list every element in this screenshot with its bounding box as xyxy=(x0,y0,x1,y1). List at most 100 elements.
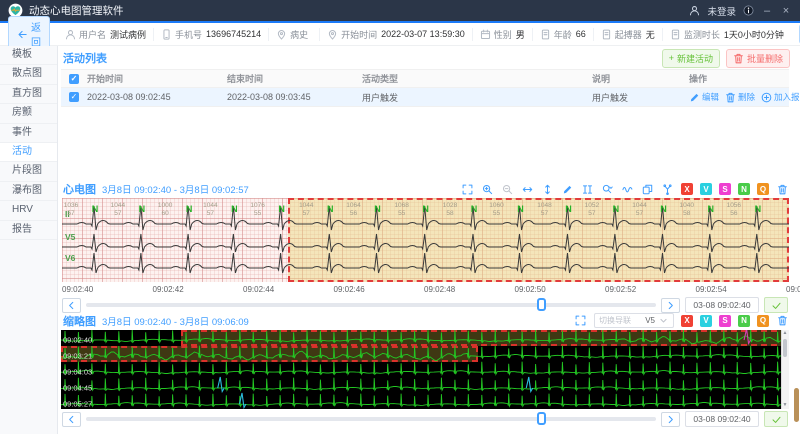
tool-pencil-button[interactable] xyxy=(561,183,574,196)
beat-type-V-button[interactable]: V xyxy=(700,183,712,195)
doc-icon xyxy=(601,29,612,40)
column-header-开始时间: 开始时间 xyxy=(87,74,124,84)
user-avatar-icon[interactable] xyxy=(689,5,700,16)
thumbnail-chart[interactable]: 09:02:40 09:03:21 09:04:03 09:04:45 09:05:27… xyxy=(61,330,789,409)
sidebar-item-HRV[interactable]: HRV xyxy=(0,201,57,221)
patient-toolbar: 返回 用户名 测试病例 手机号 13696745214 病史 开始时间 2022-03-07… xyxy=(0,16,800,52)
tool-expand-button[interactable] xyxy=(461,183,474,196)
beat-type-N-button[interactable]: N xyxy=(738,183,750,195)
tool-wave-button[interactable] xyxy=(621,183,634,196)
column-header-活动类型: 活动类型 xyxy=(362,74,399,84)
patient-field-病史: 病史 xyxy=(269,27,321,41)
pencil-icon xyxy=(689,92,700,103)
batch-delete-button[interactable]: 批量删除 xyxy=(725,48,790,68)
tool-branch-button[interactable] xyxy=(661,183,674,196)
user-icon xyxy=(65,29,76,40)
svg-text:56: 56 xyxy=(350,210,358,217)
tool-zoom-caret-button[interactable] xyxy=(601,183,614,196)
sidebar-item-模板[interactable]: 模板 xyxy=(0,46,57,66)
sidebar-item-事件[interactable]: 事件 xyxy=(0,124,57,143)
sidebar-item-活动[interactable]: 活动 xyxy=(0,142,57,163)
删除-link[interactable]: 删除 xyxy=(725,91,755,103)
select-all-checkbox[interactable]: ✓ xyxy=(69,73,79,84)
beat-type-V-button[interactable]: V xyxy=(700,314,712,327)
time-tick: 09:02:56 xyxy=(786,285,800,294)
thumbnail-delete-button[interactable] xyxy=(776,314,789,327)
trash-icon xyxy=(725,92,736,103)
scroll-up-icon[interactable]: ▲ xyxy=(782,330,788,337)
delete-beats-button[interactable] xyxy=(776,183,789,196)
svg-text:1056: 1056 xyxy=(727,202,742,209)
svg-text:60: 60 xyxy=(162,210,170,217)
thumbnail-scrollbar[interactable]: ▲ ▼ xyxy=(781,330,789,409)
svg-text:V6: V6 xyxy=(65,253,76,263)
scrollbar-thumb[interactable] xyxy=(783,339,787,357)
tool-calipers-button[interactable] xyxy=(581,183,594,196)
thumbnail-slider-time-input[interactable]: 03-08 09:02:40 xyxy=(685,411,759,427)
tool-zoom-out-button[interactable] xyxy=(501,183,514,196)
cell-actions: 编辑删除加入报告 xyxy=(689,91,800,103)
login-status[interactable]: 未登录 xyxy=(707,4,736,18)
ecg-slider-confirm-button[interactable] xyxy=(764,297,788,313)
tool-v-scale-button[interactable] xyxy=(541,183,554,196)
patient-field-开始时间: 开始时间 2022-03-07 13:59:30 xyxy=(320,27,473,41)
beat-type-Q-button[interactable]: Q xyxy=(757,183,769,195)
thumbnail-slider-prev-button[interactable] xyxy=(62,411,81,427)
tool-expand-button[interactable] xyxy=(574,314,587,327)
编辑-link[interactable]: 编辑 xyxy=(689,91,719,103)
thumbnail-slider-handle[interactable] xyxy=(537,412,546,425)
row-checkbox[interactable]: ✓ xyxy=(69,92,79,102)
patient-field-监测时长: 监测时长 1天0小时0分钟 xyxy=(663,28,791,41)
tool-copy-button[interactable] xyxy=(641,183,654,196)
back-arrow-icon xyxy=(17,29,28,40)
svg-text:1068: 1068 xyxy=(394,202,409,209)
beat-type-X-button[interactable]: X xyxy=(681,183,693,195)
page-scrollbar-thumb[interactable] xyxy=(794,388,799,422)
sidebar-item-报告[interactable]: 报告 xyxy=(0,221,57,240)
activity-buttons: + 新建活动 批量删除 xyxy=(661,48,790,68)
cell-start-time: 2022-03-08 09:02:45 xyxy=(87,92,171,102)
time-tick: 09:02:54 xyxy=(695,285,727,294)
minimize-button[interactable]: – xyxy=(761,5,773,17)
sidebar-item-房颤[interactable]: 房颤 xyxy=(0,104,57,124)
doc-icon xyxy=(540,29,551,40)
sidebar: 模板 散点图 直方图 房颤 事件 活动 片段图 瀑布图 HRV 报告 xyxy=(0,46,58,434)
beat-type-N-button[interactable]: N xyxy=(738,314,750,327)
sidebar-item-散点图[interactable]: 散点图 xyxy=(0,65,57,85)
lead-select[interactable]: 切换导联 V5 xyxy=(594,313,674,328)
ecg-slider-handle[interactable] xyxy=(537,298,546,311)
beat-type-S-button[interactable]: S xyxy=(719,314,731,327)
field-label: 起搏器 xyxy=(614,29,642,40)
field-label: 性别 xyxy=(493,29,512,40)
sidebar-item-瀑布图[interactable]: 瀑布图 xyxy=(0,182,57,202)
加入报告-link[interactable]: 加入报告 xyxy=(761,91,800,103)
thumbnail-slider-track[interactable] xyxy=(86,412,656,425)
svg-text:N: N xyxy=(422,204,429,214)
ecg-chart[interactable]: II V5 V6 1036 57 N 1044 57 N 1000 60 N 1044 57 N 1076 55… xyxy=(62,198,789,282)
close-button[interactable]: × xyxy=(780,5,792,17)
ecg-slider-next-button[interactable] xyxy=(661,297,680,313)
thumbnail-slider-confirm-button[interactable] xyxy=(764,411,788,427)
beat-type-Q-button[interactable]: Q xyxy=(757,314,769,327)
sidebar-item-直方图[interactable]: 直方图 xyxy=(0,85,57,105)
scroll-down-icon[interactable]: ▼ xyxy=(782,402,788,409)
column-header-操作: 操作 xyxy=(689,74,708,84)
lead-select-value: V5 xyxy=(645,316,655,325)
beat-type-X-button[interactable]: X xyxy=(681,314,693,327)
new-activity-button[interactable]: + 新建活动 xyxy=(661,48,720,68)
svg-text:09:04:45: 09:04:45 xyxy=(63,384,92,393)
ecg-slider-prev-button[interactable] xyxy=(62,297,81,313)
activity-table: ✓ 开始时间 结束时间 活动类型 说明 操作 ✓ 2022-03-08 09:02:45 202… xyxy=(61,69,800,107)
tool-h-scale-button[interactable] xyxy=(521,183,534,196)
table-row[interactable]: ✓ 2022-03-08 09:02:45 2022-03-08 09:03:45 用… xyxy=(61,88,800,107)
ecg-slider-time-input[interactable]: 03-08 09:02:40 xyxy=(685,297,759,313)
field-value: 无 xyxy=(645,29,655,40)
tool-zoom-in-button[interactable] xyxy=(481,183,494,196)
svg-text:N: N xyxy=(755,204,762,214)
sidebar-item-片段图[interactable]: 片段图 xyxy=(0,162,57,182)
thumbnail-slider-next-button[interactable] xyxy=(661,411,680,427)
svg-text:N: N xyxy=(708,204,715,214)
beat-type-S-button[interactable]: S xyxy=(719,183,731,195)
info-icon[interactable] xyxy=(743,5,754,16)
ecg-slider-track[interactable] xyxy=(86,298,656,311)
